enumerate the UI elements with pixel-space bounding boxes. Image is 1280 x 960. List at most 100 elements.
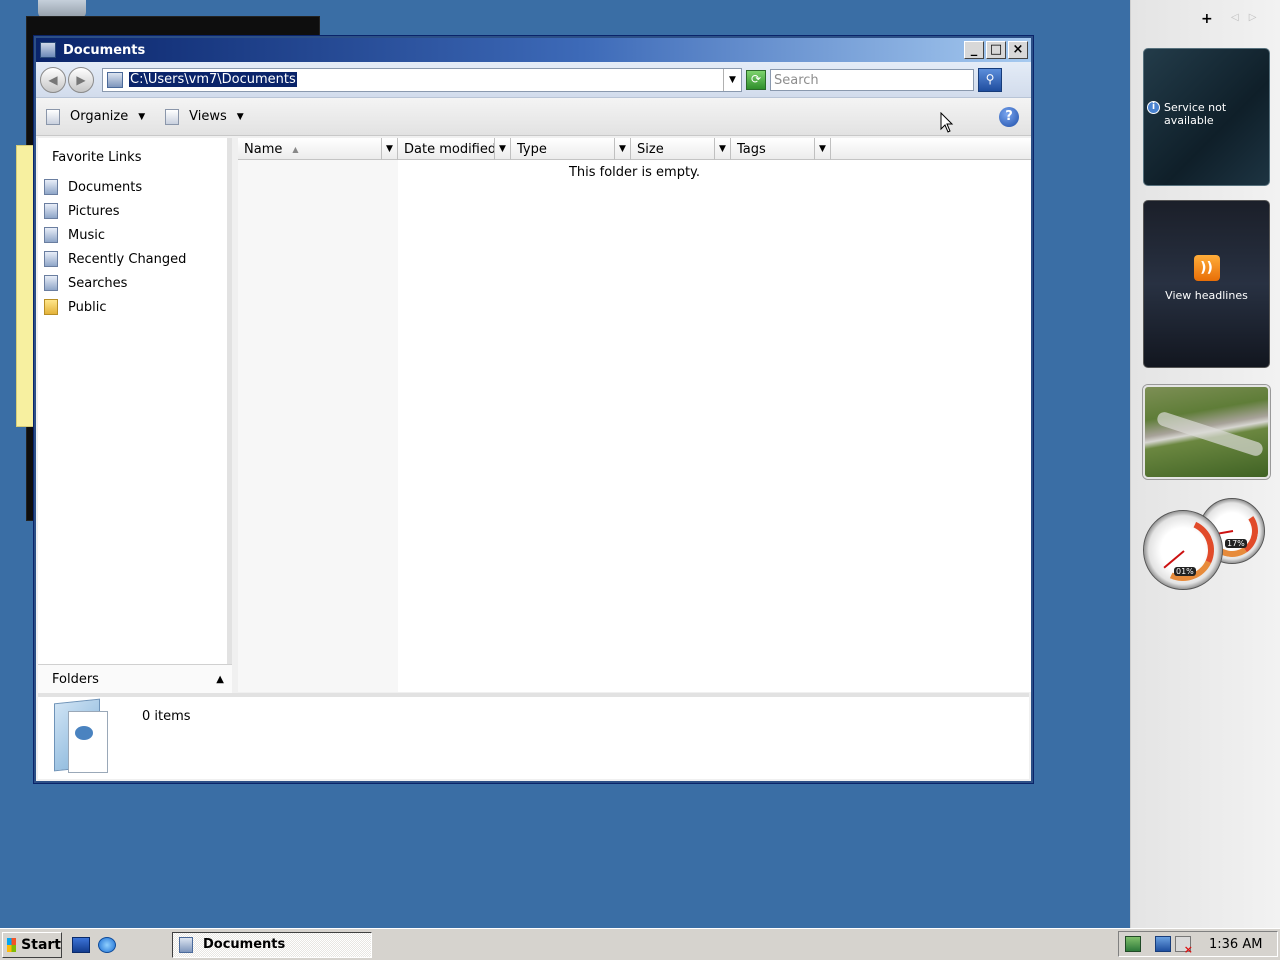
window-body: Favorite Links Documents Pictures Music … — [36, 136, 1031, 694]
add-gadget-icon[interactable]: + — [1201, 11, 1213, 27]
minimize-button[interactable]: _ — [964, 41, 984, 59]
column-label: Tags — [737, 141, 766, 157]
maximize-button[interactable]: □ — [986, 41, 1006, 59]
nav-item-documents[interactable]: Documents — [38, 175, 227, 199]
windows-logo-icon — [7, 937, 17, 952]
views-label: Views — [189, 109, 227, 124]
column-header-type[interactable]: Type ▼ — [511, 138, 631, 160]
info-icon: i — [1147, 101, 1160, 114]
column-header-name[interactable]: Name ▲ ▼ — [238, 138, 398, 160]
start-button[interactable]: Start — [2, 931, 62, 958]
show-desktop-icon[interactable] — [72, 936, 90, 953]
organize-label: Organize — [70, 109, 129, 124]
chevron-up-icon[interactable]: ▲ — [216, 674, 224, 685]
folders-label: Folders — [52, 672, 99, 687]
window-title: Documents — [63, 42, 146, 58]
refresh-icon[interactable]: ⟳ — [746, 69, 766, 90]
nav-item-pictures[interactable]: Pictures — [38, 199, 227, 223]
recently-changed-icon — [44, 251, 58, 267]
nav-item-label: Searches — [68, 275, 128, 291]
cpu-gauge: 01% — [1143, 510, 1223, 590]
favorite-links-list: Documents Pictures Music Recently Change… — [38, 175, 227, 319]
taskbar-item-label: Documents — [203, 937, 286, 952]
internet-explorer-icon[interactable] — [98, 936, 116, 953]
column-label: Date modified — [404, 141, 497, 157]
taskbar: Start Documents 1:36 AM — [0, 928, 1280, 960]
slideshow-gadget[interactable] — [1143, 385, 1270, 479]
weather-status: Service not available — [1164, 101, 1227, 127]
help-icon[interactable]: ? — [999, 107, 1019, 127]
chevron-down-icon[interactable]: ▼ — [237, 112, 244, 122]
column-filter-icon[interactable]: ▼ — [494, 138, 510, 160]
documents-folder-icon — [107, 71, 123, 88]
sidebar-page-arrows-icon[interactable]: ◁▷ — [1231, 12, 1266, 23]
system-tray: 1:36 AM — [1118, 931, 1278, 957]
searches-icon — [44, 275, 58, 291]
file-list-pane[interactable]: Name ▲ ▼ Date modified ▼ Type ▼ Size ▼ T… — [238, 138, 1031, 692]
music-icon — [44, 227, 58, 243]
network-icon[interactable] — [1155, 936, 1171, 952]
nav-item-music[interactable]: Music — [38, 223, 227, 247]
column-label: Name — [244, 141, 283, 157]
navigation-pane: Favorite Links Documents Pictures Music … — [38, 138, 232, 694]
column-filter-icon[interactable]: ▼ — [614, 138, 630, 160]
taskbar-item-documents[interactable]: Documents — [172, 931, 372, 958]
nav-item-label: Recently Changed — [68, 251, 187, 267]
sort-ascending-icon: ▲ — [292, 144, 299, 154]
chevron-down-icon: ▼ — [138, 111, 146, 122]
column-label: Type — [517, 141, 547, 157]
tray-app-icon[interactable] — [1125, 936, 1141, 952]
cpu-percent: 01% — [1174, 567, 1196, 576]
memory-percent: 17% — [1225, 539, 1247, 548]
nav-item-public[interactable]: Public — [38, 295, 227, 319]
clock[interactable]: 1:36 AM — [1209, 937, 1262, 952]
windows-sidebar: + ◁▷ i Service not available )) View hea… — [1130, 0, 1280, 928]
close-button[interactable]: × — [1008, 41, 1028, 59]
documents-folder-icon — [40, 42, 56, 58]
empty-folder-message: This folder is empty. — [568, 165, 701, 180]
cpu-meter-gadget[interactable]: 17% 01% — [1143, 496, 1270, 592]
views-icon — [165, 108, 180, 125]
window-controls: _ □ × — [964, 41, 1031, 59]
back-button[interactable]: ◀ — [40, 66, 66, 93]
weather-gadget[interactable]: i Service not available — [1143, 48, 1270, 186]
organize-icon — [46, 108, 60, 125]
item-count: 0 items — [142, 709, 191, 724]
feed-headlines-gadget[interactable]: )) View headlines — [1143, 200, 1270, 368]
nav-item-searches[interactable]: Searches — [38, 271, 227, 295]
details-pane: 0 items — [38, 693, 1029, 779]
documents-folder-icon — [179, 936, 193, 953]
view-headlines-label[interactable]: View headlines — [1144, 289, 1269, 302]
column-filter-icon[interactable]: ▼ — [814, 138, 830, 160]
documents-icon — [44, 179, 58, 195]
sorted-column-highlight — [238, 160, 398, 692]
start-label: Start — [21, 936, 61, 953]
nav-item-label: Music — [68, 227, 105, 243]
favorite-links-heading: Favorite Links — [52, 150, 142, 165]
folder-icon — [44, 299, 58, 315]
pictures-icon — [44, 203, 58, 219]
volume-muted-icon[interactable] — [1175, 936, 1193, 956]
address-row: ◀ ▶ C:\Users\vm7\Documents ▼ ⟳ Search ⚲ — [36, 62, 1031, 98]
folders-toggle[interactable]: Folders ▲ — [38, 664, 232, 694]
address-bar[interactable]: C:\Users\vm7\Documents ▼ — [102, 67, 742, 92]
nav-item-recently-changed[interactable]: Recently Changed — [38, 247, 227, 271]
address-path[interactable]: C:\Users\vm7\Documents — [129, 72, 297, 87]
column-filter-icon[interactable]: ▼ — [714, 138, 730, 160]
search-input[interactable]: Search — [770, 68, 974, 91]
address-dropdown-icon[interactable]: ▼ — [723, 68, 741, 91]
column-filter-icon[interactable]: ▼ — [381, 138, 397, 160]
column-header-tags[interactable]: Tags ▼ — [731, 138, 831, 160]
explorer-window: Documents _ □ × ◀ ▶ C:\Users\vm7\Documen… — [34, 36, 1033, 783]
title-bar[interactable]: Documents _ □ × — [36, 38, 1031, 62]
search-icon[interactable]: ⚲ — [978, 67, 1002, 92]
forward-button[interactable]: ▶ — [68, 66, 94, 93]
column-header-size[interactable]: Size ▼ — [631, 138, 731, 160]
column-header-date-modified[interactable]: Date modified ▼ — [398, 138, 511, 160]
organize-button[interactable]: Organize ▼ — [46, 108, 146, 125]
nav-item-label: Pictures — [68, 203, 120, 219]
command-bar: Organize ▼ Views ▼ ? — [36, 98, 1031, 136]
nav-item-label: Public — [68, 299, 107, 315]
mouse-cursor-icon — [940, 112, 954, 133]
views-button[interactable]: Views ▼ — [165, 108, 244, 125]
